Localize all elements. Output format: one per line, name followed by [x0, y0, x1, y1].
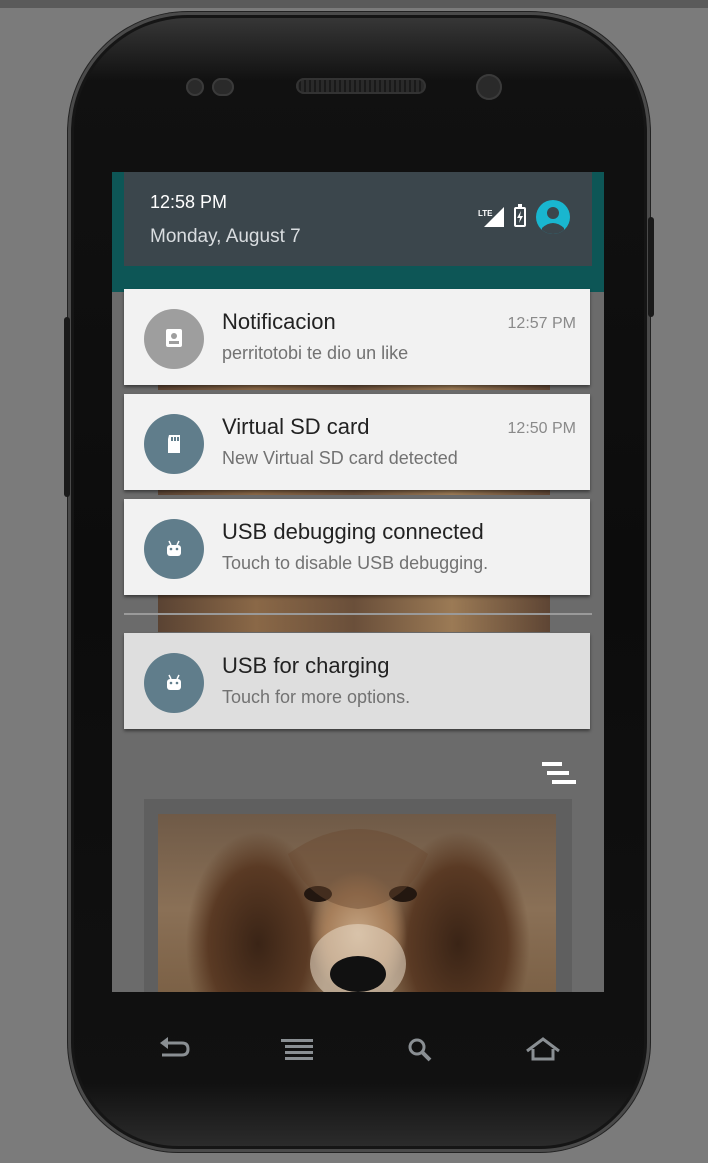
date-label: Monday, August 7	[150, 226, 301, 247]
notification-time: 12:50 PM	[507, 420, 576, 437]
phone-side-button-right	[648, 217, 654, 317]
screen: 12:58 PM Monday, August 7 LTE Notificaci…	[112, 172, 604, 992]
battery-charging-icon	[514, 204, 526, 227]
svg-text:LTE: LTE	[478, 209, 493, 218]
sd-card-icon	[144, 414, 204, 474]
notification-card[interactable]: Virtual SD card New Virtual SD card dete…	[124, 394, 590, 490]
back-icon[interactable]	[144, 1030, 204, 1070]
menu-icon[interactable]	[267, 1030, 327, 1070]
notification-card[interactable]: USB debugging connected Touch to disable…	[124, 499, 590, 595]
notification-title: USB for charging	[222, 653, 390, 678]
notification-text: New Virtual SD card detected	[222, 448, 458, 468]
notification-text: Touch to disable USB debugging.	[222, 553, 489, 573]
notification-card[interactable]: Notificacion perritotobi te dio un like …	[124, 289, 590, 385]
notification-title: Virtual SD card	[222, 414, 370, 439]
notification-title: USB debugging connected	[222, 519, 484, 544]
notification-title: Notificacion	[222, 309, 336, 334]
phone-navigation-bar	[112, 1005, 604, 1095]
front-camera	[476, 74, 502, 100]
contact-card-icon	[144, 309, 204, 369]
notification-time: 12:57 PM	[507, 315, 576, 332]
android-icon	[144, 519, 204, 579]
notification-text: perritotobi te dio un like	[222, 343, 409, 363]
search-icon[interactable]	[390, 1030, 450, 1070]
earpiece-speaker	[296, 78, 426, 94]
notification-divider	[124, 613, 592, 615]
dog-wallpaper-image	[158, 814, 556, 992]
notification-text: Touch for more options.	[222, 687, 411, 707]
notification-card[interactable]: USB for charging Touch for more options.	[124, 633, 590, 729]
clock-time: 12:58 PM	[150, 192, 228, 212]
home-icon[interactable]	[513, 1030, 573, 1070]
window-top-border	[0, 0, 708, 8]
phone-side-button-left	[64, 317, 70, 497]
proximity-sensor	[186, 78, 204, 96]
light-sensor	[212, 78, 234, 96]
status-icons: LTE	[478, 200, 570, 234]
android-icon	[144, 653, 204, 713]
notification-shade-header[interactable]: 12:58 PM Monday, August 7 LTE	[124, 172, 592, 266]
wallpaper-peek	[158, 590, 550, 632]
signal-icon: LTE	[478, 207, 504, 227]
clear-all-icon[interactable]	[542, 760, 578, 790]
account-icon[interactable]	[536, 200, 570, 234]
